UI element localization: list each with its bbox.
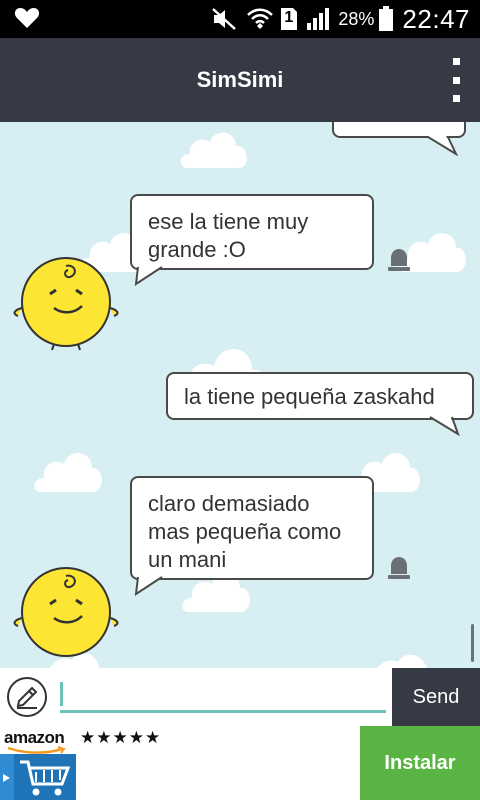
- overflow-dot-icon: [452, 58, 460, 65]
- heart-icon: [14, 8, 40, 28]
- message-input[interactable]: [60, 680, 386, 712]
- report-icon[interactable]: [386, 246, 412, 272]
- message-text: ese la tiene muy grande :O: [148, 209, 309, 262]
- amazon-logo: amazon: [4, 728, 65, 747]
- battery-percent: 28%: [338, 8, 375, 29]
- message-composer: Send: [0, 668, 480, 726]
- message-text: la tiene pequeña zaskahd: [184, 384, 435, 409]
- amazon-smile-icon: [7, 746, 66, 754]
- report-icon[interactable]: [386, 554, 412, 580]
- signal-icon: [307, 8, 330, 30]
- wifi-icon: [247, 8, 274, 29]
- rating-stars: ★★★★★: [80, 728, 162, 747]
- message-bubble-simsimi[interactable]: claro demasiado mas pequeña como un mani: [130, 476, 374, 580]
- bubble-tail: [134, 576, 164, 596]
- overflow-dot-icon: [452, 95, 460, 102]
- install-button[interactable]: Instalar: [360, 726, 480, 800]
- cloud-decoration: [34, 453, 102, 492]
- battery-icon: [379, 6, 394, 31]
- app-title: SimSimi: [196, 67, 284, 92]
- app-bar: SimSimi: [0, 38, 480, 122]
- text-cursor: [60, 682, 63, 706]
- cloud-decoration: [180, 132, 247, 168]
- sim-slot-number: 1: [284, 9, 294, 26]
- shopping-cart-icon: [0, 754, 76, 800]
- overflow-dot-icon: [452, 76, 460, 84]
- pencil-icon[interactable]: [6, 676, 48, 718]
- cloud-decoration: [377, 654, 427, 668]
- clock: 22:47: [402, 3, 470, 34]
- bubble-tail: [134, 266, 164, 286]
- simsimi-avatar: [13, 257, 119, 351]
- scrollbar[interactable]: [471, 624, 474, 662]
- overflow-menu-button[interactable]: [450, 58, 462, 102]
- message-bubble-simsimi[interactable]: ese la tiene muy grande :O: [130, 194, 374, 270]
- bubble-tail: [428, 136, 458, 156]
- send-button[interactable]: Send: [392, 668, 480, 726]
- chat-area[interactable]: ese la tiene muy grande :O la tiene pequ…: [0, 122, 480, 668]
- message-text: claro demasiado mas pequeña como un mani: [148, 491, 342, 572]
- mute-icon: [212, 8, 237, 30]
- input-underline: [60, 710, 386, 713]
- bubble-tail: [428, 416, 460, 436]
- ad-banner[interactable]: amazon ★★★★★ Instalar: [0, 726, 480, 800]
- message-bubble-user[interactable]: la tiene pequeña zaskahd: [166, 372, 474, 420]
- status-bar: 1 28% 22:47: [0, 0, 480, 38]
- sim-icon: 1: [280, 7, 298, 31]
- simsimi-avatar: [13, 567, 119, 657]
